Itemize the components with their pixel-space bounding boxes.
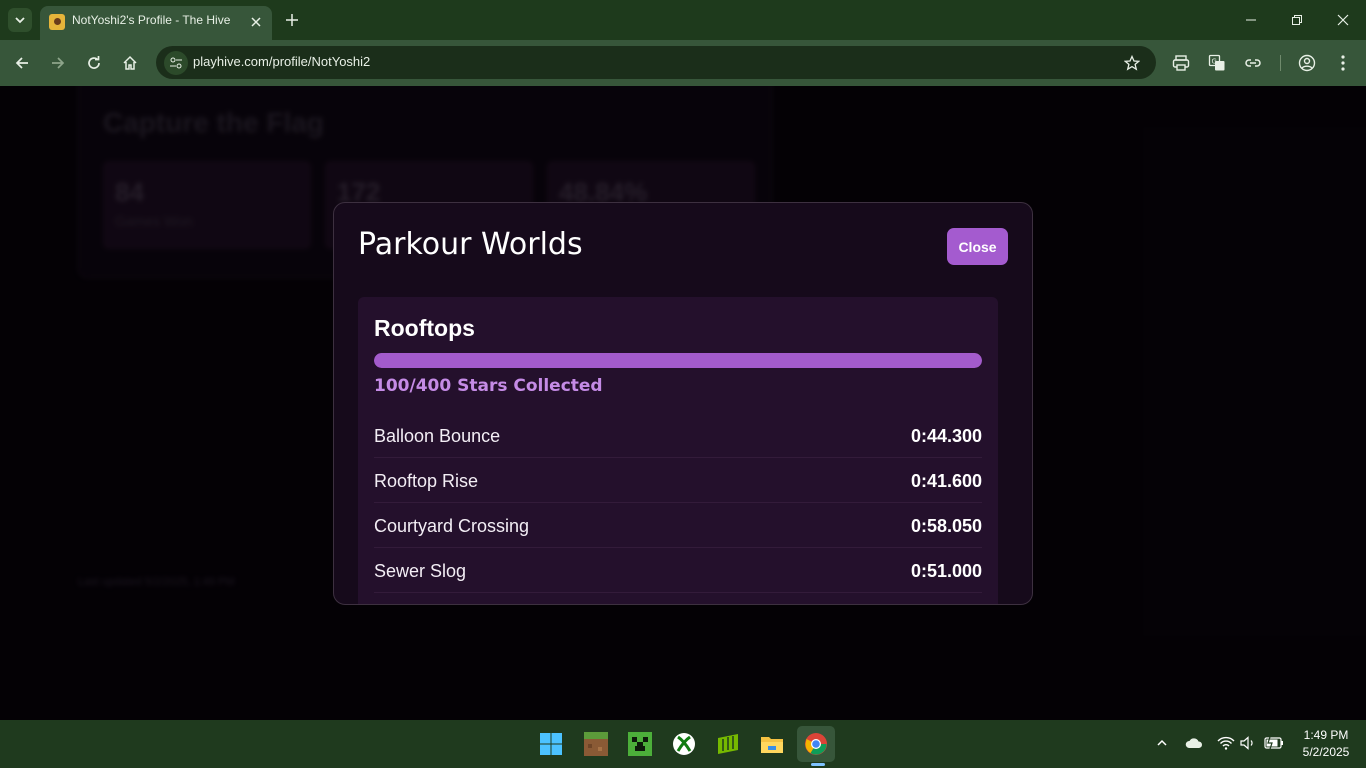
share-link-button[interactable]	[1240, 50, 1266, 76]
level-row: Rooftop Rise 0:41.600	[374, 458, 982, 503]
tab-title: NotYoshi2's Profile - The Hive	[72, 13, 231, 27]
reload-button[interactable]	[81, 50, 107, 76]
chevron-down-icon	[15, 17, 25, 24]
taskbar-file-explorer[interactable]	[753, 726, 791, 762]
printer-icon	[1172, 55, 1190, 71]
hive-bee-icon	[49, 14, 65, 30]
chevron-up-icon	[1157, 739, 1167, 746]
print-button[interactable]	[1168, 50, 1194, 76]
browser-tab-bar: NotYoshi2's Profile - The Hive	[0, 0, 1366, 40]
wifi-icon	[1217, 736, 1235, 750]
folder-icon	[761, 737, 783, 753]
level-time: 0:51.000	[910, 561, 982, 581]
site-info-button[interactable]	[164, 51, 188, 75]
windows-logo-icon	[540, 733, 562, 755]
parkour-worlds-modal: Parkour Worlds Close Rooftops 100/400 St…	[333, 202, 1033, 605]
plus-icon	[286, 14, 298, 26]
onedrive-button[interactable]	[1183, 732, 1205, 754]
level-row: Balloon Bounce 0:44.300	[374, 413, 982, 458]
back-button[interactable]	[9, 50, 35, 76]
svg-text:G: G	[1212, 58, 1217, 66]
clock-time[interactable]: 1:49 PM	[1296, 728, 1356, 742]
speaker-icon	[1240, 736, 1253, 750]
level-name: Rooftop Rise	[374, 471, 479, 491]
level-time: 0:41.600	[910, 471, 982, 491]
taskbar-minecraft-launcher[interactable]	[577, 726, 615, 762]
close-icon	[1337, 14, 1349, 26]
restore-icon	[1292, 15, 1302, 25]
url-text[interactable]: playhive.com/profile/NotYoshi2	[193, 54, 370, 69]
address-bar[interactable]: playhive.com/profile/NotYoshi2	[156, 46, 1156, 79]
modal-title: Parkour Worlds	[358, 227, 583, 262]
stars-collected-text: 100/400 Stars Collected	[374, 376, 603, 396]
minimize-icon	[1246, 19, 1256, 21]
level-name: Courtyard Crossing	[374, 516, 530, 536]
new-tab-button[interactable]	[280, 8, 304, 32]
bookmark-button[interactable]	[1120, 51, 1144, 75]
level-row: Sewer Slog 0:51.000	[374, 548, 982, 593]
restore-button[interactable]	[1283, 6, 1311, 34]
reload-icon	[88, 56, 100, 69]
battery-charging-icon	[1264, 736, 1283, 750]
xbox-icon	[673, 733, 695, 755]
tab-search-button[interactable]	[8, 8, 32, 32]
more-vert-icon	[1341, 55, 1345, 71]
page-viewport: Capture the Flag 84 Games Won 172 48.84%…	[0, 86, 1366, 720]
grass-block-icon	[584, 732, 608, 756]
level-name: Sewer Slog	[374, 561, 467, 581]
world-card: Rooftops 100/400 Stars Collected Balloon…	[358, 297, 998, 604]
arrow-left-icon	[15, 57, 28, 69]
cloud-icon	[1185, 738, 1203, 748]
taskbar-nvidia-app[interactable]	[709, 726, 747, 762]
account-circle-icon	[1298, 54, 1316, 72]
level-time: 0:58.050	[910, 516, 982, 536]
tab-close-button[interactable]	[246, 12, 266, 32]
star-outline-icon	[1124, 55, 1140, 71]
home-button[interactable]	[117, 50, 143, 76]
profile-button[interactable]	[1294, 50, 1320, 76]
battery-button[interactable]	[1263, 732, 1285, 754]
forward-button[interactable]	[45, 50, 71, 76]
start-button[interactable]	[532, 726, 570, 762]
stars-progress-bar	[374, 353, 982, 368]
creeper-icon	[628, 732, 652, 756]
browser-tab-active[interactable]: NotYoshi2's Profile - The Hive	[40, 6, 272, 40]
level-time: 0:44.300	[910, 426, 982, 446]
wifi-button[interactable]	[1215, 732, 1237, 754]
taskbar-chrome[interactable]	[797, 726, 835, 762]
stars-progress-fill	[374, 353, 982, 368]
minimize-button[interactable]	[1237, 6, 1265, 34]
show-hidden-icons-button[interactable]	[1151, 732, 1173, 754]
close-icon	[251, 17, 261, 27]
link-icon	[1245, 59, 1261, 67]
translate-button[interactable]: G	[1204, 50, 1230, 76]
active-app-indicator	[811, 763, 825, 766]
chrome-icon	[805, 733, 827, 755]
menu-button[interactable]	[1330, 50, 1356, 76]
taskbar-minecraft[interactable]	[621, 726, 659, 762]
close-window-button[interactable]	[1329, 6, 1357, 34]
tune-icon	[170, 57, 182, 69]
clock-date[interactable]: 5/2/2025	[1296, 745, 1356, 759]
browser-toolbar: playhive.com/profile/NotYoshi2 G	[0, 40, 1366, 86]
arrow-right-icon	[52, 57, 65, 69]
nvidia-icon	[718, 734, 738, 754]
home-icon	[123, 55, 137, 70]
volume-button[interactable]	[1238, 732, 1260, 754]
toolbar-separator	[1280, 55, 1281, 71]
level-row: Courtyard Crossing 0:58.050	[374, 503, 982, 548]
level-name: Balloon Bounce	[374, 426, 501, 446]
world-name: Rooftops	[374, 315, 475, 341]
close-button[interactable]: Close	[947, 228, 1008, 265]
translate-icon: G	[1208, 54, 1225, 71]
taskbar-xbox[interactable]	[665, 726, 703, 762]
windows-taskbar: 1:49 PM 5/2/2025	[0, 720, 1366, 768]
